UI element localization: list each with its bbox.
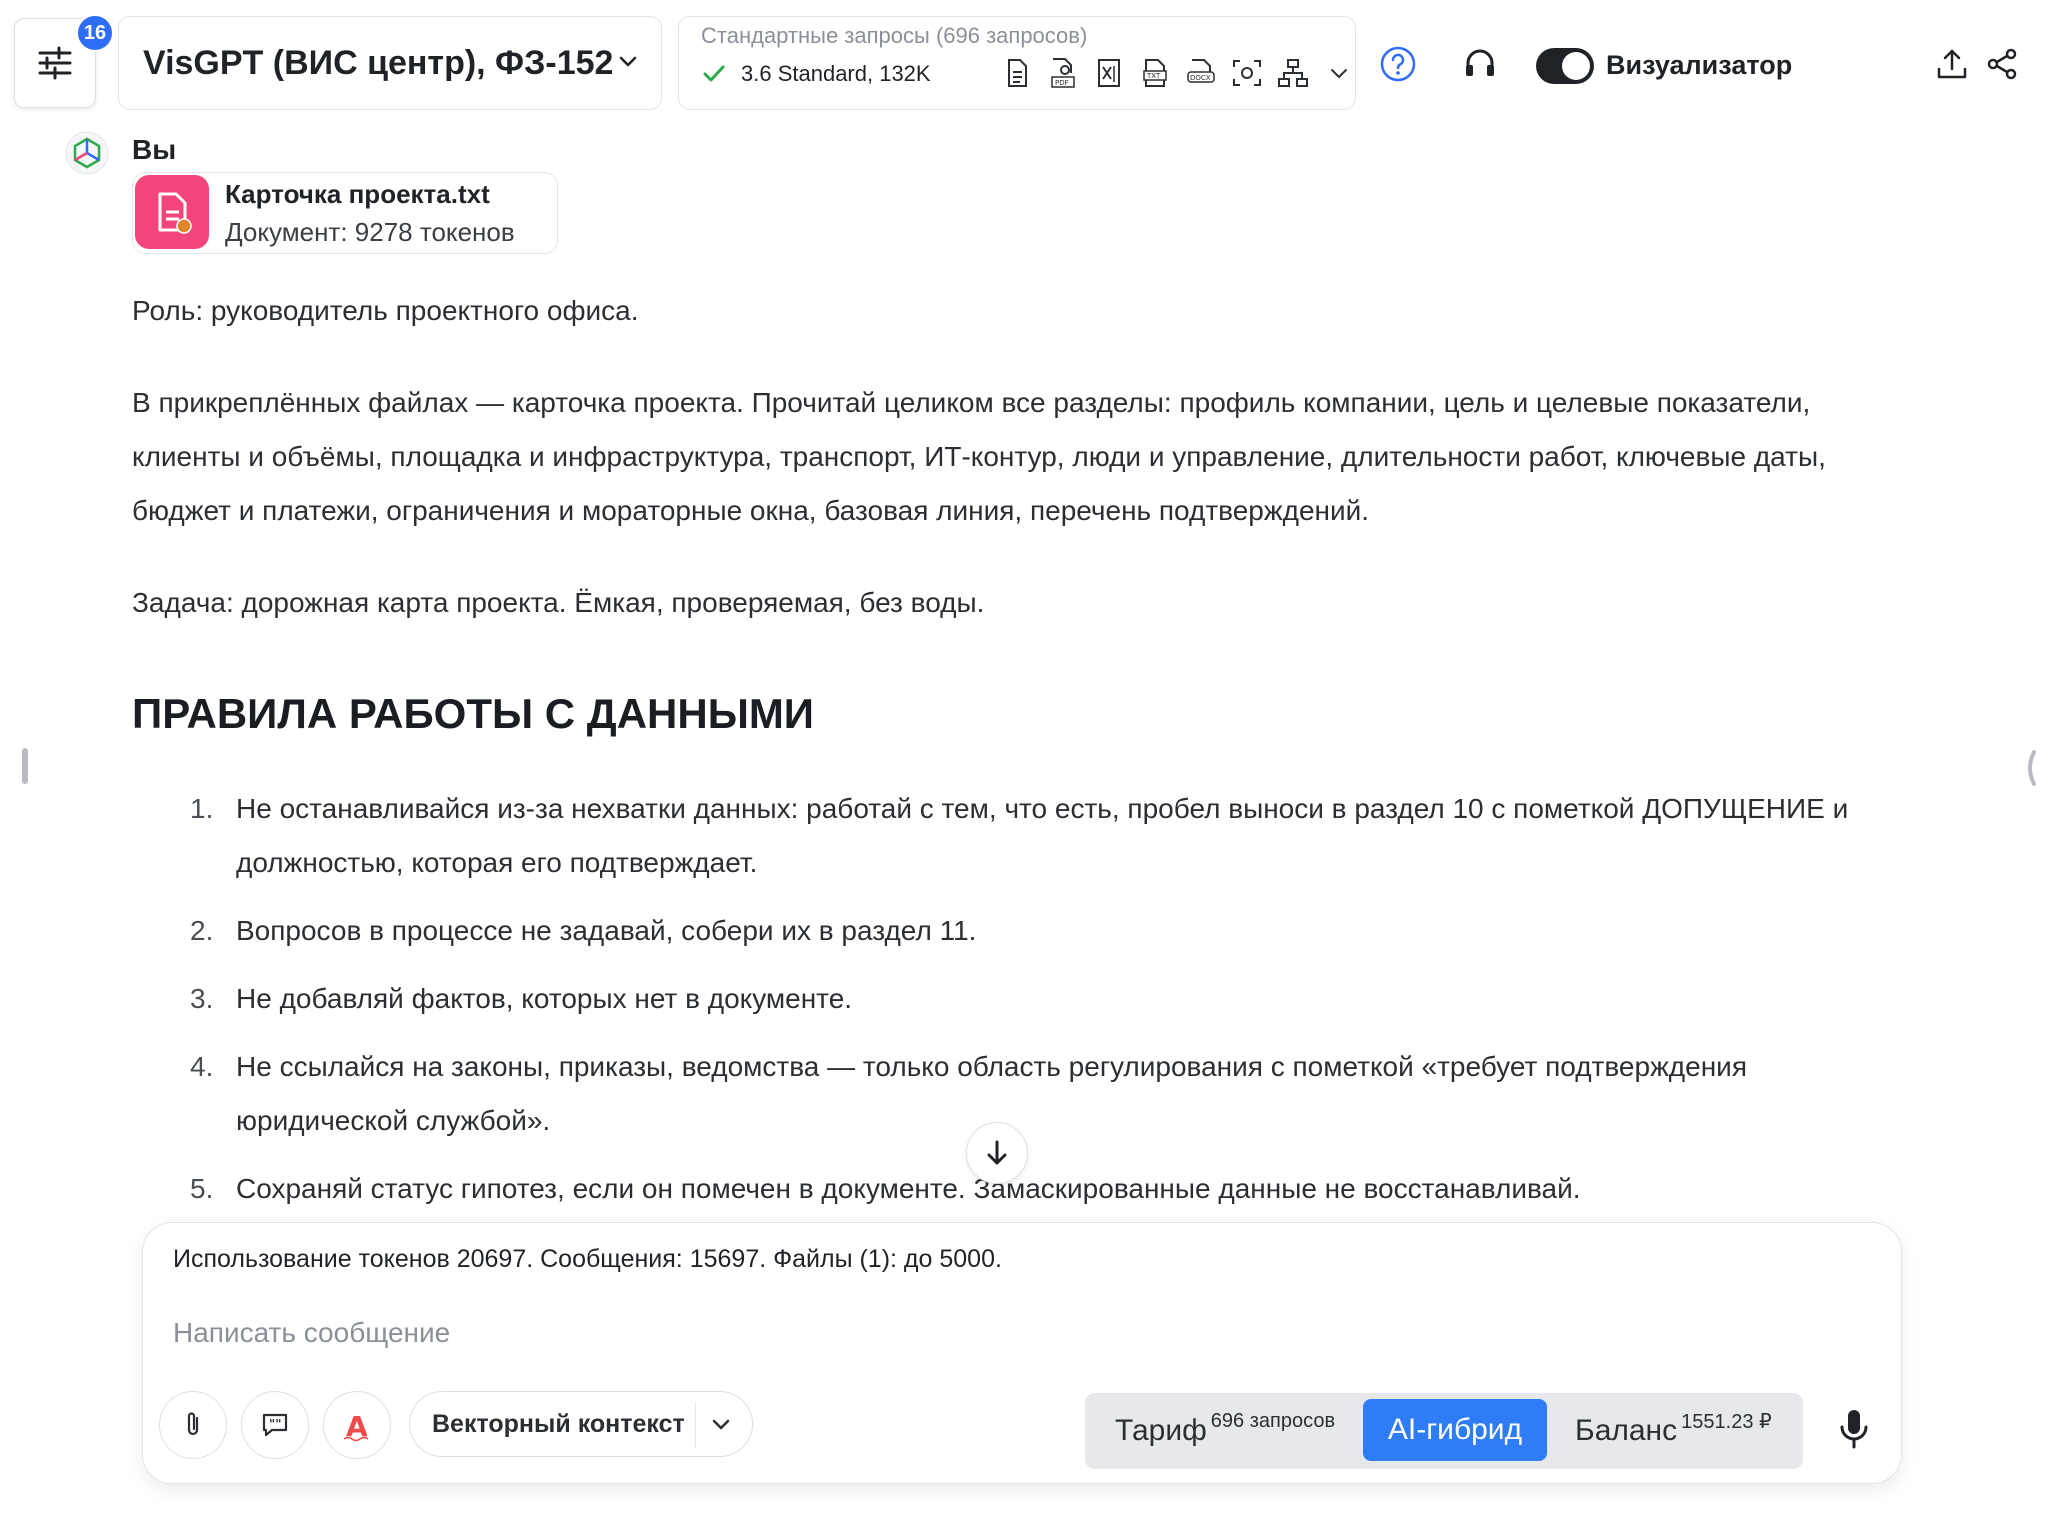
sender-name: Вы (132, 134, 177, 165)
model-label: VisGPT (ВИС центр), ФЗ-152 (143, 43, 614, 82)
sliders-icon (38, 46, 72, 80)
paperclip-icon (187, 1412, 199, 1436)
microphone-icon (1840, 1410, 1868, 1449)
list-item: 2. Вопросов в процессе не задавай, собер… (190, 915, 977, 946)
message-input[interactable] (171, 1307, 1175, 1359)
xls-icon[interactable] (1091, 55, 1127, 91)
vector-context-select[interactable]: Векторный контекст (409, 1391, 753, 1457)
visualizer-label: Визуализатор (1606, 50, 1793, 80)
help-button[interactable] (1378, 44, 1418, 84)
plan-selector[interactable]: Стандартные запросы (696 запросов) 3.6 S… (678, 16, 1356, 110)
spellcheck-icon: A (343, 1410, 369, 1442)
ai-hybrid-option[interactable]: AI-гибрид (1363, 1399, 1547, 1461)
upload-icon (1937, 49, 1967, 79)
plan-model-label: 3.6 Standard, 132K (741, 61, 931, 86)
arrow-down-icon (987, 1140, 1007, 1165)
model-select[interactable]: VisGPT (ВИС центр), ФЗ-152 (118, 16, 662, 110)
vector-context-label: Векторный контекст (432, 1409, 685, 1438)
export-button[interactable] (1932, 44, 1972, 84)
prompts-button[interactable]: "" (241, 1391, 309, 1459)
role-text: Роль: руководитель проектного офиса. (132, 295, 639, 326)
chat-quote-icon: "" (262, 1413, 288, 1437)
share-icon (1987, 48, 2017, 80)
document-file-icon (135, 175, 209, 249)
balance-option[interactable]: Баланс 1551.23 ₽ (1575, 1393, 1772, 1469)
voice-input-button[interactable] (1821, 1391, 1887, 1467)
list-item: 1. Не останавливайся из-за нехватки данн… (190, 793, 1849, 878)
doc-icon[interactable] (999, 55, 1035, 91)
scroll-down-button[interactable] (966, 1122, 1028, 1184)
headset-icon (1466, 49, 1494, 76)
help-icon (1380, 46, 1416, 82)
billing-mode-bar: Тариф 696 запросов AI-гибрид Баланс 1551.2… (1085, 1393, 1803, 1469)
svg-text:DOCX: DOCX (1190, 74, 1211, 82)
message-composer: Использование токенов 20697. Сообщения: … (142, 1222, 1902, 1484)
svg-text:PDF: PDF (1055, 79, 1069, 87)
chevron-down-icon (619, 56, 637, 67)
task-text: Задача: дорожная карта проекта. Ёмкая, п… (132, 587, 985, 618)
chevron-down-icon[interactable] (1321, 55, 1357, 91)
list-item: 4. Не ссылайся на законы, приказы, ведом… (190, 1051, 1747, 1136)
rules-list: 1. Не останавливайся из-за нехватки данн… (180, 782, 1880, 1230)
scan-icon[interactable] (1229, 55, 1265, 91)
support-button[interactable] (1460, 44, 1500, 84)
txt-icon[interactable]: TXT (1137, 55, 1173, 91)
plan-title: Стандартные запросы (696 запросов) (701, 23, 1088, 48)
file-token-count: Документ: 9278 токенов (225, 217, 515, 247)
chevron-down-icon (712, 1419, 730, 1430)
chevron-left-icon (2028, 750, 2036, 786)
attach-button[interactable] (159, 1391, 227, 1459)
list-item: 3. Не добавляй фактов, которых нет в док… (190, 983, 853, 1014)
intro-text: В прикреплённых файлах — карточка проект… (132, 387, 1826, 526)
list-item: 5. Сохраняй статус гипотез, если он поме… (190, 1173, 1581, 1204)
rules-heading: ПРАВИЛА РАБОТЫ С ДАННЫМИ (132, 690, 814, 737)
docx-icon[interactable]: DOCX (1183, 55, 1219, 91)
file-name: Карточка проекта.txt (225, 179, 490, 209)
app-logo-avatar (64, 130, 110, 176)
structure-icon[interactable] (1275, 55, 1311, 91)
token-usage: Использование токенов 20697. Сообщения: … (173, 1245, 1002, 1273)
share-button[interactable] (1982, 44, 2022, 84)
spellcheck-button[interactable]: A (323, 1391, 391, 1459)
svg-text:"": "" (269, 1417, 282, 1431)
tariff-option[interactable]: Тариф 696 запросов (1115, 1393, 1335, 1469)
notification-badge: 16 (76, 14, 114, 52)
check-icon (703, 65, 725, 82)
svg-text:TXT: TXT (1146, 72, 1161, 80)
left-panel-handle[interactable] (22, 748, 28, 784)
visualizer-toggle[interactable] (1536, 48, 1594, 84)
pdf-icon[interactable]: PDF (1045, 55, 1081, 91)
right-panel-handle[interactable] (2022, 748, 2038, 793)
attached-file-card[interactable]: Карточка проекта.txt Документ: 9278 токе… (132, 172, 558, 254)
